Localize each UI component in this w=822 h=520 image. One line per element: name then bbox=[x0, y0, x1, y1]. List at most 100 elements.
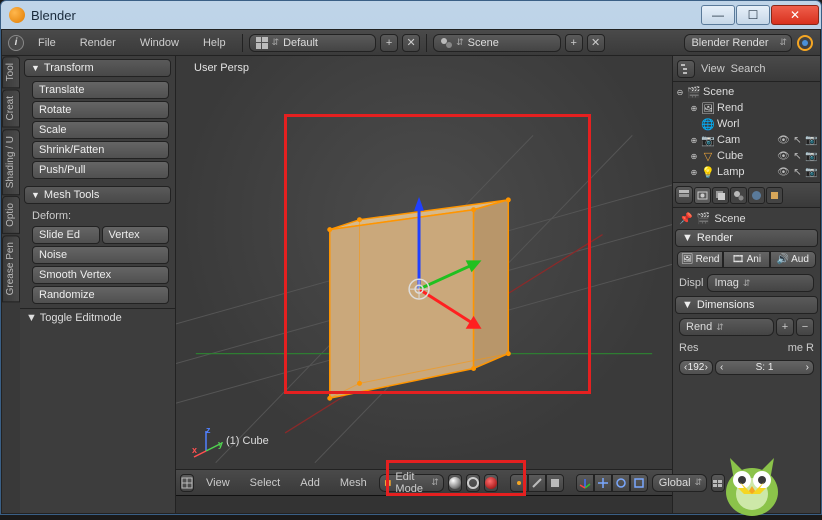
outliner-tree[interactable]: ⊖🎬Scene ⊕🖼Rend 🌐Worl ⊕📷Cam👁↖📷 ⊕▽Cube👁↖📷 … bbox=[673, 82, 820, 182]
outliner-renderlayers[interactable]: Rend bbox=[717, 102, 818, 114]
render-animation-button[interactable]: 🎞Ani bbox=[723, 251, 769, 268]
menu-view[interactable]: View bbox=[198, 477, 238, 489]
manipulator-rotate[interactable] bbox=[612, 474, 630, 492]
push-pull-button[interactable]: Push/Pull bbox=[32, 161, 169, 179]
face-select-button[interactable] bbox=[546, 474, 564, 492]
manipulator-scale[interactable] bbox=[630, 474, 648, 492]
tab-shading[interactable]: Shading / U bbox=[2, 129, 20, 195]
menu-window[interactable]: Window bbox=[130, 35, 189, 51]
mesh-icon: ▽ bbox=[701, 149, 715, 163]
eye-icon[interactable]: 👁 bbox=[777, 134, 790, 147]
outliner-view-menu[interactable]: View bbox=[701, 63, 725, 75]
dimensions-panel-header[interactable]: ▼Dimensions bbox=[675, 296, 818, 314]
edge-slide-button[interactable]: Slide Ed bbox=[32, 226, 100, 244]
preset-add-button[interactable]: + bbox=[776, 318, 794, 336]
tab-tools[interactable]: Tool bbox=[2, 56, 20, 88]
tab-create[interactable]: Creat bbox=[2, 89, 20, 127]
window-minimize-button[interactable]: — bbox=[701, 5, 735, 25]
scene-icon: 🎬 bbox=[687, 85, 701, 99]
mesh-tools-panel-header[interactable]: ▼Mesh Tools bbox=[24, 186, 171, 204]
outliner-lamp[interactable]: Lamp bbox=[717, 166, 775, 178]
menu-file[interactable]: File bbox=[28, 35, 66, 51]
cursor-icon[interactable]: ↖ bbox=[791, 134, 804, 147]
transform-panel-header[interactable]: ▼Transform bbox=[24, 59, 171, 77]
scene-icon: 🎬 bbox=[697, 212, 711, 225]
outliner-search-menu[interactable]: Search bbox=[731, 63, 766, 75]
randomize-button[interactable]: Randomize bbox=[32, 286, 169, 304]
axis-mini-gizmo: zyx bbox=[192, 427, 224, 459]
window-maximize-button[interactable]: ☐ bbox=[736, 5, 770, 25]
screen-layout-selector[interactable]: ⇵ Default bbox=[249, 34, 377, 52]
translate-button[interactable]: Translate bbox=[32, 81, 169, 99]
rotate-button[interactable]: Rotate bbox=[32, 101, 169, 119]
manipulator-toggle[interactable] bbox=[576, 474, 594, 492]
editor-type-outliner-icon[interactable] bbox=[677, 60, 695, 78]
menu-select[interactable]: Select bbox=[242, 477, 289, 489]
deform-label: Deform: bbox=[32, 208, 169, 224]
menu-help[interactable]: Help bbox=[193, 35, 236, 51]
window-close-button[interactable]: ✕ bbox=[771, 5, 819, 25]
editor-type-properties-icon[interactable] bbox=[675, 186, 693, 204]
layers-button[interactable] bbox=[711, 474, 725, 492]
scene-icon bbox=[440, 37, 452, 49]
scene-selector[interactable]: ⇵ Scene bbox=[433, 34, 561, 52]
scene-tab[interactable] bbox=[730, 187, 747, 204]
scale-button[interactable]: Scale bbox=[32, 121, 169, 139]
outliner-scene[interactable]: Scene bbox=[703, 86, 818, 98]
tab-grease-pencil[interactable]: Grease Pen bbox=[2, 235, 20, 302]
outliner-cube[interactable]: Cube bbox=[717, 150, 775, 162]
render-preset-selector[interactable]: Rend⇵ bbox=[679, 318, 774, 336]
preset-remove-button[interactable]: − bbox=[796, 318, 814, 336]
scene-add-button[interactable]: + bbox=[565, 34, 583, 52]
render-restrict-icon[interactable]: 📷 bbox=[805, 166, 818, 179]
menu-mesh[interactable]: Mesh bbox=[332, 477, 375, 489]
smooth-vertex-button[interactable]: Smooth Vertex bbox=[32, 266, 169, 284]
shrink-fatten-button[interactable]: Shrink/Fatten bbox=[32, 141, 169, 159]
editor-type-3dview-icon[interactable] bbox=[180, 474, 194, 492]
layout-remove-button[interactable]: ✕ bbox=[402, 34, 420, 52]
render-tab[interactable] bbox=[694, 187, 711, 204]
window-title: Blender bbox=[31, 8, 701, 23]
transform-orientation-selector[interactable]: Global⇵ bbox=[652, 474, 707, 492]
menu-render[interactable]: Render bbox=[70, 35, 126, 51]
edge-select-button[interactable] bbox=[528, 474, 546, 492]
toolshelf-tabs: Tool Creat Shading / U Optio Grease Pen bbox=[2, 56, 20, 513]
resolution-x-field[interactable]: ‹192› bbox=[679, 360, 713, 375]
toolshelf: ▼Transform Translate Rotate Scale Shrink… bbox=[20, 56, 176, 513]
world-icon: 🌐 bbox=[701, 117, 715, 131]
render-audio-button[interactable]: 🔊Aud bbox=[770, 251, 816, 268]
world-tab[interactable] bbox=[748, 187, 765, 204]
eye-icon[interactable]: 👁 bbox=[777, 150, 790, 163]
info-editor-icon[interactable]: i bbox=[8, 35, 24, 51]
pin-icon[interactable]: 📌 bbox=[679, 212, 693, 225]
render-restrict-icon[interactable]: 📷 bbox=[805, 150, 818, 163]
noise-button[interactable]: Noise bbox=[32, 246, 169, 264]
3d-viewport[interactable]: User Persp bbox=[176, 56, 672, 469]
outliner-camera[interactable]: Cam bbox=[717, 134, 775, 146]
scene-name: Scene bbox=[468, 37, 556, 49]
render-panel-header[interactable]: ▼Render bbox=[675, 229, 818, 247]
context-breadcrumb: 📌🎬Scene bbox=[675, 210, 818, 227]
eye-icon[interactable]: 👁 bbox=[777, 166, 790, 179]
menu-add[interactable]: Add bbox=[292, 477, 328, 489]
timeline-area[interactable] bbox=[176, 495, 672, 513]
render-restrict-icon[interactable]: 📷 bbox=[805, 134, 818, 147]
layout-add-button[interactable]: + bbox=[380, 34, 398, 52]
renderlayers-tab[interactable] bbox=[712, 187, 729, 204]
object-tab[interactable] bbox=[766, 187, 783, 204]
cursor-icon[interactable]: ↖ bbox=[791, 166, 804, 179]
vertex-slide-button[interactable]: Vertex bbox=[102, 226, 170, 244]
render-engine-selector[interactable]: Blender Render ⇵ bbox=[684, 34, 792, 52]
cursor-icon[interactable]: ↖ bbox=[791, 150, 804, 163]
scene-remove-button[interactable]: ✕ bbox=[587, 34, 605, 52]
outliner-header: View Search bbox=[673, 56, 820, 82]
outliner-world[interactable]: Worl bbox=[717, 118, 818, 130]
display-mode-selector[interactable]: Imag⇵ bbox=[707, 274, 814, 292]
display-label: Displ bbox=[679, 277, 703, 289]
tab-options[interactable]: Optio bbox=[2, 196, 20, 234]
render-image-button[interactable]: 🖼Rend bbox=[677, 251, 723, 268]
frame-start-field[interactable]: ‹S: 1› bbox=[715, 360, 814, 375]
operator-panel-header[interactable]: ▼ Toggle Editmode bbox=[20, 308, 175, 327]
layout-name: Default bbox=[283, 37, 371, 49]
manipulator-translate[interactable] bbox=[594, 474, 612, 492]
